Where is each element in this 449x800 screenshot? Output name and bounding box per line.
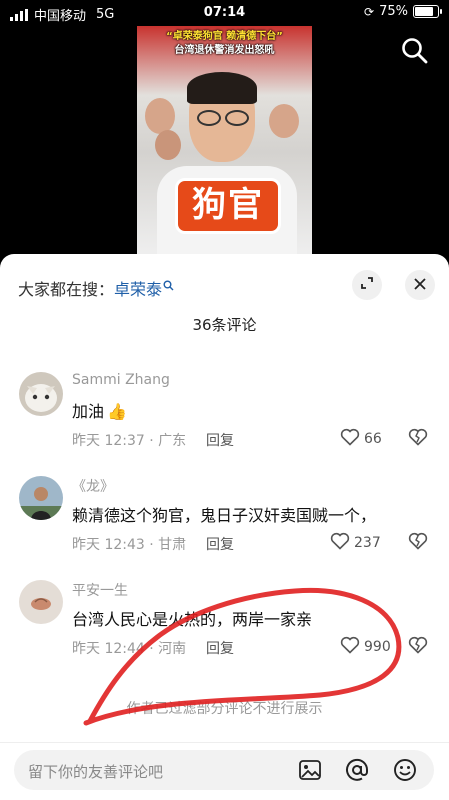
- like-button[interactable]: 66: [340, 428, 382, 450]
- comment-item: Sammi Zhang 加油 👍 昨天 12:37 · 广东 回复 66: [0, 372, 449, 472]
- comment-meta: 昨天 12:44 · 河南: [72, 641, 187, 657]
- video-player[interactable]: “卓荣泰狗官 赖清德下台” 台湾退休警消发出怒吼 狗官: [137, 26, 312, 256]
- hot-search-keyword[interactable]: 卓荣泰: [114, 280, 162, 299]
- image-icon[interactable]: [297, 757, 323, 783]
- comment-text: 台湾人民心是火热的，两岸一家亲: [72, 610, 313, 629]
- heart-broken-icon: [408, 636, 428, 658]
- dislike-button[interactable]: [408, 636, 428, 658]
- comment-author[interactable]: 平安一生: [72, 580, 128, 600]
- dislike-button[interactable]: [408, 428, 428, 450]
- comment-item: 平安一生 台湾人民心是火热的，两岸一家亲 昨天 12:44 · 河南 回复 99…: [0, 580, 449, 680]
- comment-text: 加油 👍: [72, 402, 127, 421]
- comment-input[interactable]: 留下你的友善评论吧: [28, 761, 163, 782]
- mini-search-icon: [163, 276, 174, 295]
- heart-icon: [340, 636, 360, 658]
- reply-button[interactable]: 回复: [206, 534, 234, 554]
- heart-broken-icon: [408, 532, 428, 554]
- like-count: 66: [364, 431, 382, 447]
- avatar[interactable]: [19, 372, 63, 416]
- comment-text: 赖清德这个狗官，鬼日子汉奸卖国贼一个，: [72, 506, 377, 525]
- comment-count: 36条评论: [192, 316, 257, 334]
- like-count: 237: [354, 535, 381, 551]
- video-caption-1: “卓荣泰狗官 赖清德下台”: [166, 31, 283, 42]
- hot-search-prefix: 大家都在搜：: [18, 280, 115, 299]
- comment-sheet: 大家都在搜：卓荣泰 36条评论 Sammi Zhang 加油 👍 昨天 12:37…: [0, 254, 449, 800]
- like-count: 990: [364, 639, 391, 655]
- close-button[interactable]: [405, 270, 435, 300]
- filtered-notice: 作者已过滤部分评论不进行展示: [126, 701, 323, 717]
- expand-button[interactable]: [352, 270, 382, 300]
- glasses: [197, 110, 249, 126]
- heart-icon: [330, 532, 350, 554]
- avatar[interactable]: [19, 476, 63, 520]
- thumbs-up-emoji: 👍: [107, 402, 127, 421]
- search-icon[interactable]: [400, 36, 430, 66]
- speaker-hair: [187, 72, 257, 104]
- comment-item: 《龙》 赖清德这个狗官，鬼日子汉奸卖国贼一个， 昨天 12:43 · 甘肃 回复…: [0, 476, 449, 576]
- divider: [0, 742, 449, 743]
- dislike-button[interactable]: [408, 532, 428, 554]
- reply-button[interactable]: 回复: [206, 430, 234, 450]
- video-sticker: 狗官: [175, 178, 281, 234]
- comment-author[interactable]: 《龙》: [72, 476, 114, 496]
- comment-meta: 昨天 12:43 · 甘肃: [72, 537, 187, 553]
- close-icon: [413, 276, 427, 295]
- at-icon[interactable]: [344, 757, 370, 783]
- reply-button[interactable]: 回复: [206, 638, 234, 658]
- expand-icon: [359, 275, 375, 295]
- emoji-icon[interactable]: [392, 757, 418, 783]
- status-bar: 中国移动 5G 07:14 ⟳ 75%: [0, 0, 449, 26]
- orientation-lock-icon: ⟳: [364, 4, 375, 19]
- comment-meta: 昨天 12:37 · 广东: [72, 433, 187, 449]
- heart-broken-icon: [408, 428, 428, 450]
- battery-icon: [413, 5, 442, 18]
- comment-input-bar: 留下你的友善评论吧: [14, 750, 434, 790]
- like-button[interactable]: 237: [330, 532, 381, 554]
- like-button[interactable]: 990: [340, 636, 391, 658]
- heart-icon: [340, 428, 360, 450]
- comment-author[interactable]: Sammi Zhang: [72, 372, 170, 388]
- video-caption-2: 台湾退休警消发出怒吼: [174, 45, 275, 56]
- battery-percent: 75%: [379, 4, 408, 19]
- avatar[interactable]: [19, 580, 63, 624]
- hot-search[interactable]: 大家都在搜：卓荣泰: [18, 276, 174, 300]
